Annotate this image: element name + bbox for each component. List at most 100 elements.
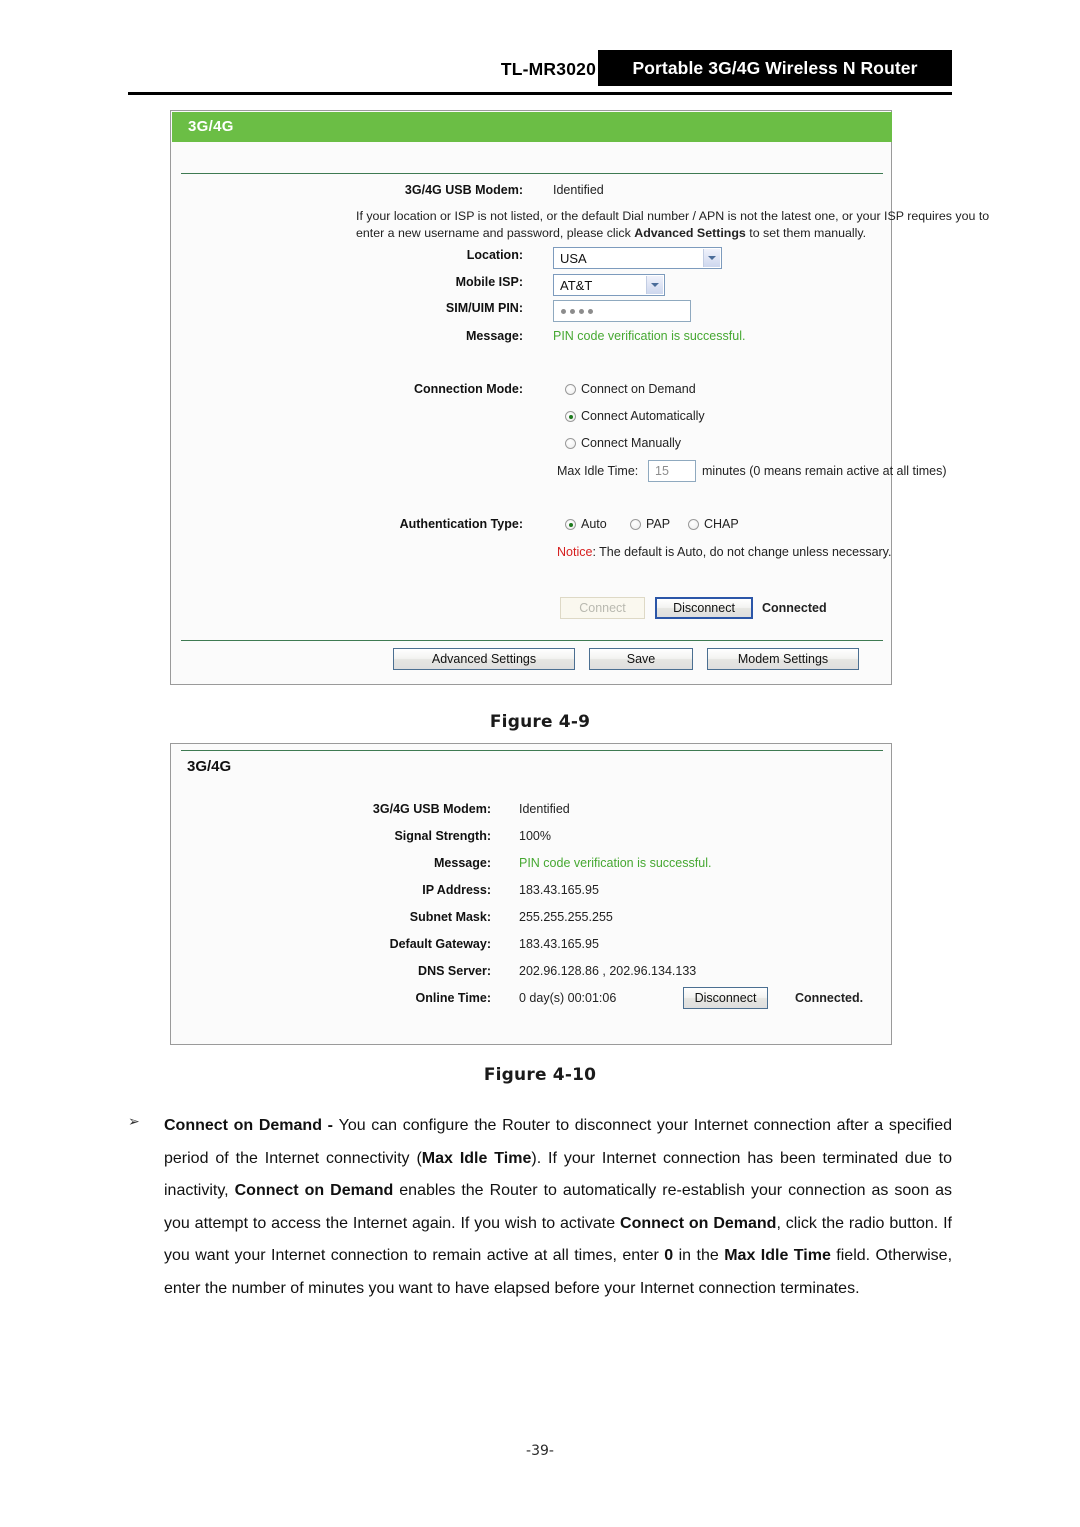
status-row: Subnet Mask: 255.255.255.255 [171,910,893,937]
connect-button[interactable]: Connect [560,597,645,619]
row-usb-modem: 3G/4G USB Modem: Identified [171,183,893,210]
radio-connect-automatically[interactable]: Connect Automatically [565,409,705,423]
status-row: Online Time: 0 day(s) 00:01:06 [171,991,893,1018]
status-row-value: 183.43.165.95 [519,883,599,897]
row-message: Message: PIN code verification is succes… [171,329,893,356]
row-sim-pin: SIM/UIM PIN: [171,301,893,328]
save-button[interactable]: Save [589,648,693,670]
max-idle-time-suffix: minutes (0 means remain active at all ti… [702,464,947,478]
disconnect-button[interactable]: Disconnect [655,597,753,619]
location-label: Location: [466,248,523,262]
status-connection-text: Connected. [795,991,864,1005]
notice-keyword: Notice [557,545,593,559]
term-max-idle-time: Max Idle Time [421,1149,532,1167]
radio-connect-manually[interactable]: Connect Manually [565,436,681,450]
authentication-type-label: Authentication Type: [399,517,523,531]
status-row-label: IP Address: [422,883,491,897]
status-row-label: DNS Server: [418,964,491,978]
help-text-1: If your location or ISP is not listed, o… [356,209,990,223]
page-number: -39- [526,1443,554,1459]
radio-button-selected-icon[interactable] [565,519,576,530]
max-idle-time-value: 15 [655,464,669,478]
help-text-line-2: enter a new username and password, pleas… [356,225,1056,242]
router-3g4g-status-panel: 3G/4G 3G/4G USB Modem: Identified Signal S… [170,743,892,1045]
max-idle-time-label: Max Idle Time: [557,464,638,478]
status-row-value: 202.96.128.86 , 202.96.134.133 [519,964,697,978]
radio-button-icon[interactable] [630,519,641,530]
sim-pin-input[interactable] [553,300,691,322]
advanced-settings-button[interactable]: Advanced Settings [393,648,575,670]
chevron-down-icon[interactable] [646,276,663,294]
notice-text: : The default is Auto, do not change unl… [592,545,892,559]
radio-auth-auto[interactable]: Auto [565,517,607,531]
location-select[interactable]: USA [553,247,722,269]
message-label: Message: [466,329,523,343]
status-row: Signal Strength: 100% [171,829,893,856]
figure-4-10-caption: Figure 4-10 [483,1065,597,1085]
max-idle-time-suffix-text: minutes (0 means remain active at all ti… [702,464,947,478]
status-row-value: Identified [519,802,570,816]
mobile-isp-label: Mobile ISP: [455,275,523,289]
radio-button-selected-icon[interactable] [565,411,576,422]
page-header: TL-MR3020 Portable 3G/4G Wireless N Rout… [0,50,1080,96]
header-model-name: TL-MR3020 [500,59,596,79]
status-row-label: Message: [434,856,491,870]
status-row-label: Signal Strength: [394,829,491,843]
term-dash: - [321,1117,339,1134]
radio-auth-auto-label: Auto [581,517,607,531]
status-row-label: Default Gateway: [389,937,491,951]
status-row-label: Subnet Mask: [409,910,491,924]
status-row: 3G/4G USB Modem: Identified [171,802,893,829]
sim-pin-masked-value [561,309,593,314]
radio-auth-chap[interactable]: CHAP [688,517,739,531]
body-bullet-block: ➢ Connect on Demand - You can configure … [128,1110,952,1305]
row-authentication-type: Authentication Type: [171,517,893,544]
authentication-notice: Notice: The default is Auto, do not chan… [557,545,891,559]
row-location: Location: [171,248,893,275]
mobile-isp-selected-value: AT&T [560,278,593,293]
radio-connect-on-demand[interactable]: Connect on Demand [565,382,696,396]
panel-header-divider [181,173,883,174]
status-disconnect-button[interactable]: Disconnect [683,987,768,1009]
connection-mode-label: Connection Mode: [413,382,523,396]
status-row-value: PIN code verification is successful. [519,856,712,870]
status-row-value: 0 day(s) 00:01:06 [519,991,617,1005]
status-row-value: 183.43.165.95 [519,937,599,951]
help-text-advanced-settings: Advanced Settings [634,226,746,240]
message-value: PIN code verification is successful. [553,329,746,343]
radio-button-icon[interactable] [565,384,576,395]
header-product-name: Portable 3G/4G Wireless N Router [632,58,918,78]
router-3g4g-settings-panel: 3G/4G 3G/4G USB Modem: Identified If you… [170,110,989,685]
chevron-down-icon[interactable] [703,249,720,267]
usb-modem-value: Identified [553,183,604,197]
status-row-label: Online Time: [415,991,491,1005]
help-text-line-1: If your location or ISP is not listed, o… [356,208,1056,225]
radio-button-icon[interactable] [565,438,576,449]
term-max-idle-time-2: Max Idle Time [724,1247,831,1264]
row-mobile-isp: Mobile ISP: [171,275,893,302]
mobile-isp-select[interactable]: AT&T [553,274,665,296]
term-zero: 0 [664,1247,674,1264]
modem-settings-button[interactable]: Modem Settings [707,648,859,670]
body-text-9: in the [673,1247,725,1264]
radio-auth-pap[interactable]: PAP [630,517,670,531]
connection-status-text: Connected [762,601,827,615]
help-text-2c: to set them manually. [745,226,867,240]
bullet-arrow-icon: ➢ [128,1113,140,1129]
term-connect-on-demand-2: Connect on Demand [234,1182,394,1199]
panel-header-title: 3G/4G [188,118,234,135]
max-idle-time-input[interactable]: 15 [648,460,696,482]
location-selected-value: USA [560,251,587,266]
status-row-value: 255.255.255.255 [519,910,613,924]
status-row: DNS Server: 202.96.128.86 , 202.96.134.13… [171,964,893,991]
radio-auth-chap-label: CHAP [704,517,739,531]
term-connect-on-demand-3: Connect on Demand [620,1214,777,1232]
help-text-2a: enter a new username and password, pleas… [356,226,635,240]
max-idle-time-label-text: Max Idle Time: [557,464,639,478]
figure-4-9-caption: Figure 4-9 [489,712,591,732]
radio-auth-pap-label: PAP [646,517,671,531]
body-paragraph: Connect on Demand - You can configure th… [164,1110,952,1305]
status-panel-top-divider [181,750,883,751]
panel-footer-divider [181,640,883,641]
radio-button-icon[interactable] [688,519,699,530]
